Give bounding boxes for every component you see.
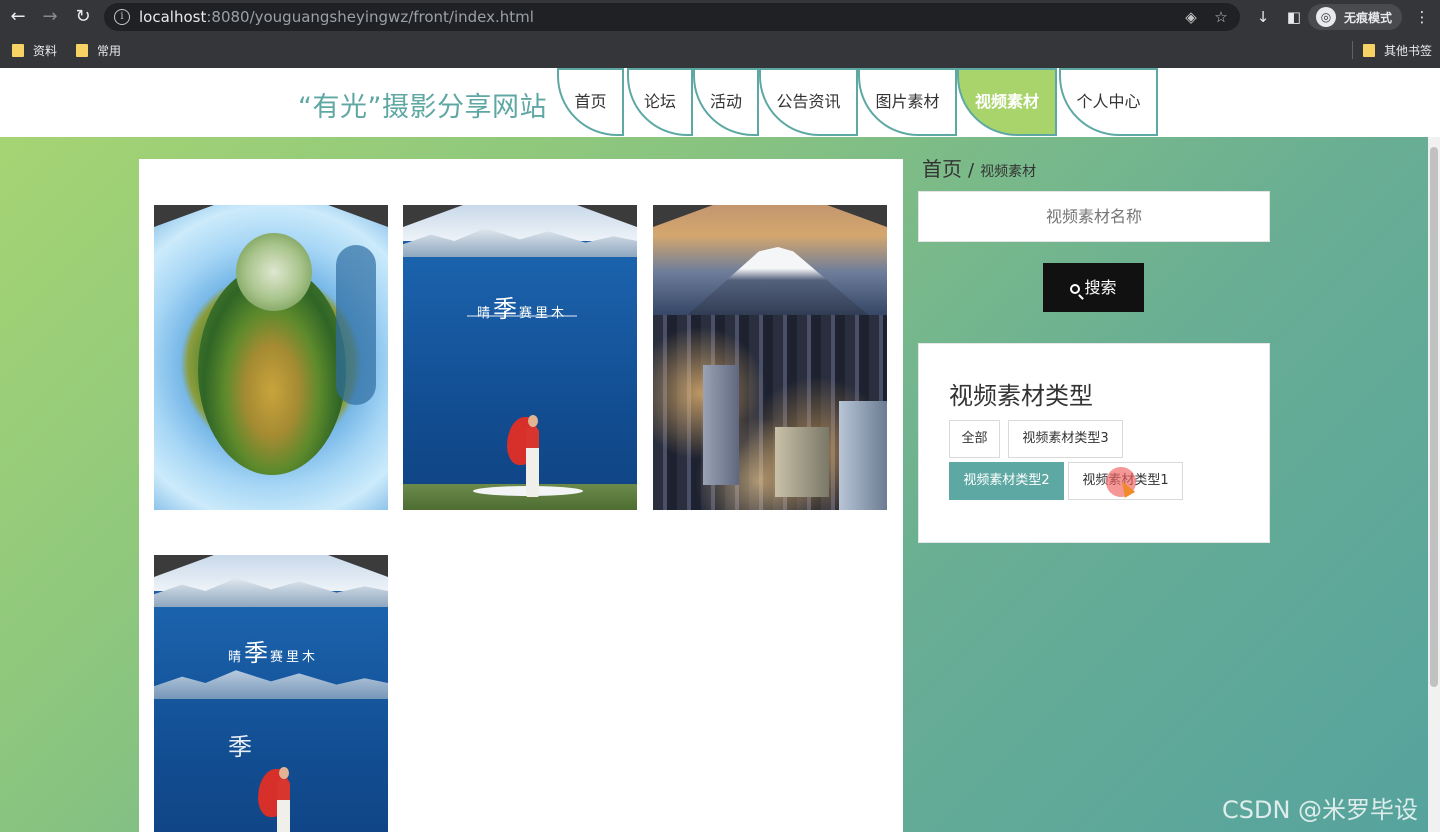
search-button-label: 搜索 [1084, 278, 1117, 297]
type-filter-2[interactable]: 视频素材类型2 [949, 462, 1064, 500]
card-corner [577, 205, 637, 227]
site-info-icon[interactable]: i [114, 9, 130, 25]
thumbnail-detail [236, 233, 312, 311]
incognito-icon: ◎ [1316, 7, 1336, 27]
nav-tab-profile[interactable]: 个人中心 [1059, 68, 1158, 136]
folder-icon [1363, 44, 1375, 57]
card-corner [328, 555, 388, 577]
blocked-popup-icon[interactable]: ◈ [1182, 8, 1200, 26]
breadcrumb: 首页 / 视频素材 [922, 153, 1036, 182]
back-icon[interactable]: ← [6, 5, 30, 29]
bookmark-folder-other[interactable]: 其他书签 [1363, 41, 1432, 61]
site-logo[interactable]: “有光”摄影分享网站 [298, 85, 547, 124]
browser-toolbar: ← → ↻ i localhost:8080/youguangsheyingwz… [0, 0, 1440, 34]
card-corner [328, 205, 388, 227]
side-panel-icon[interactable]: ◧ [1283, 6, 1305, 28]
thumbnail-figure [279, 767, 289, 779]
scrollbar-thumb[interactable] [1430, 147, 1438, 687]
reload-icon[interactable]: ↻ [71, 5, 95, 29]
nav-tab-photos[interactable]: 图片素材 [858, 68, 957, 136]
nav-tab-home[interactable]: 首页 [557, 68, 624, 136]
address-bar[interactable]: i localhost:8080/youguangsheyingwz/front… [104, 3, 1240, 31]
thumbnail-detail [336, 245, 376, 405]
search-input[interactable] [918, 191, 1270, 242]
browser-chrome: ← → ↻ i localhost:8080/youguangsheyingwz… [0, 0, 1440, 68]
type-filter-all[interactable]: 全部 [949, 420, 1000, 458]
incognito-badge[interactable]: ◎ 无痕模式 [1308, 4, 1402, 30]
thumbnail-building [775, 427, 829, 497]
download-icon[interactable]: ↓ [1252, 6, 1274, 28]
folder-icon [12, 44, 24, 57]
nav-tab-forum[interactable]: 论坛 [627, 68, 693, 136]
nav-tab-activity[interactable]: 活动 [693, 68, 759, 136]
card-corner [154, 555, 214, 577]
card-corner [653, 205, 713, 227]
thumbnail-figure [277, 779, 290, 832]
url-text: localhost:8080/youguangsheyingwz/front/i… [139, 8, 534, 26]
menu-icon[interactable]: ⋮ [1411, 6, 1433, 28]
incognito-label: 无痕模式 [1344, 11, 1393, 25]
thumbnail-brand-line [467, 315, 577, 317]
video-card[interactable]: 晴季赛里木 [403, 205, 637, 510]
type-filter-3[interactable]: 视频素材类型3 [1008, 420, 1123, 458]
search-button[interactable]: 搜索 [1043, 263, 1144, 312]
thumbnail-figure [526, 427, 539, 497]
video-card[interactable] [154, 205, 388, 510]
thumbnail-brand: 晴季赛里木 [228, 639, 319, 667]
type-filter-panel: 视频素材类型 全部 视频素材类型3 视频素材类型2 视频素材类型1 [918, 343, 1270, 543]
bookmarks-divider [1352, 41, 1353, 59]
card-corner [827, 205, 887, 227]
breadcrumb-separator: / [968, 160, 975, 181]
video-card[interactable]: 晴季赛里木 季 [154, 555, 388, 832]
folder-icon [76, 44, 88, 57]
site-header: “有光”摄影分享网站 首页 论坛 活动 公告资讯 图片素材 视频素材 个人中心 [0, 68, 1440, 137]
breadcrumb-home[interactable]: 首页 [922, 157, 962, 181]
card-corner [154, 205, 214, 227]
card-corner [403, 205, 463, 227]
breadcrumb-current: 视频素材 [980, 164, 1037, 180]
bookmark-folder-common[interactable]: 常用 [76, 41, 121, 61]
thumbnail-mountain [683, 247, 873, 319]
bookmark-folder-docs[interactable]: 资料 [12, 41, 57, 61]
bookmarks-bar: 资料 常用 其他书签 [0, 34, 1440, 68]
type-filter-title: 视频素材类型 [949, 382, 1093, 410]
video-card[interactable] [653, 205, 887, 510]
thumbnail-brand: 晴季赛里木 [477, 295, 568, 323]
nav-tab-news[interactable]: 公告资讯 [759, 68, 858, 136]
thumbnail-figure [528, 415, 538, 427]
thumbnail-building [839, 401, 887, 510]
forward-icon[interactable]: → [38, 5, 62, 29]
search-icon [1070, 284, 1081, 294]
thumbnail-building [703, 365, 739, 485]
page-scrollbar[interactable] [1428, 137, 1440, 832]
watermark: CSDN @米罗毕设 [1222, 796, 1419, 824]
video-grid: 晴季赛里木 晴季赛里木 季 [139, 159, 903, 832]
thumbnail-brand: 季 [228, 733, 254, 761]
nav-tab-videos[interactable]: 视频素材 [957, 68, 1057, 136]
bookmark-star-icon[interactable]: ☆ [1212, 8, 1230, 26]
